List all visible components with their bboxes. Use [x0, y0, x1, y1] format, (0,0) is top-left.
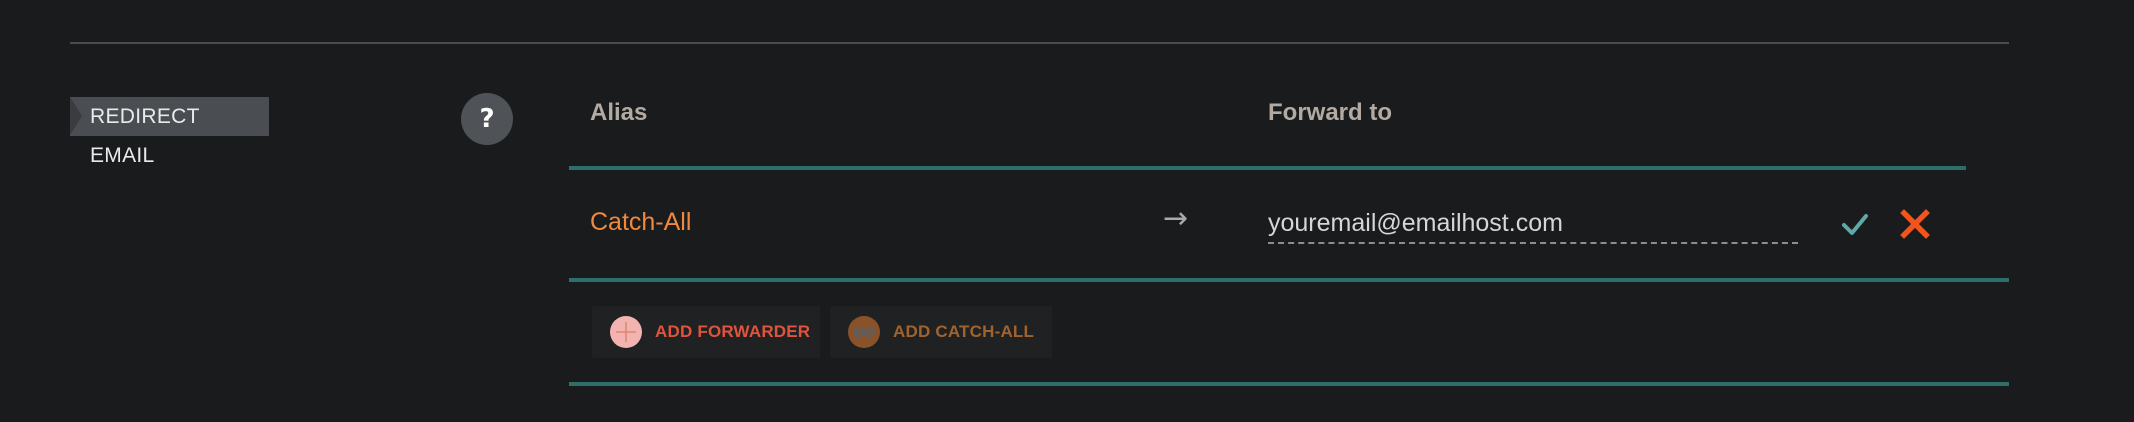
infinity-icon	[848, 316, 880, 348]
help-button[interactable]: ?	[461, 93, 513, 145]
label-notch	[70, 97, 82, 135]
section-label: REDIRECT EMAIL	[70, 97, 269, 167]
confirm-button[interactable]	[1835, 204, 1875, 244]
close-icon	[1900, 209, 1930, 239]
top-divider	[70, 42, 2009, 44]
cancel-button[interactable]	[1895, 204, 1935, 244]
add-forwarder-button[interactable]: ADD FORWARDER	[592, 306, 820, 358]
forward-to-column-header: Forward to	[1268, 99, 1392, 126]
add-catchall-label: ADD CATCH-ALL	[893, 322, 1035, 341]
check-icon	[1842, 214, 1868, 235]
add-catchall-button[interactable]: ADD CATCH-ALL	[830, 306, 1052, 358]
alias-column-header: Alias	[590, 99, 648, 126]
bottom-divider	[569, 382, 2009, 386]
redirect-email-page: REDIRECT EMAIL ? Alias Forward to Catch-…	[0, 0, 2134, 422]
header-divider	[569, 166, 1966, 170]
plus-icon	[610, 316, 642, 348]
alias-name: Catch-All	[590, 208, 692, 236]
row-divider	[569, 278, 2009, 282]
add-forwarder-label: ADD FORWARDER	[655, 322, 811, 341]
forward-to-input[interactable]	[1268, 204, 1798, 244]
arrow-right-icon: →	[1163, 201, 1189, 236]
section-label-text: REDIRECT EMAIL	[90, 105, 200, 167]
